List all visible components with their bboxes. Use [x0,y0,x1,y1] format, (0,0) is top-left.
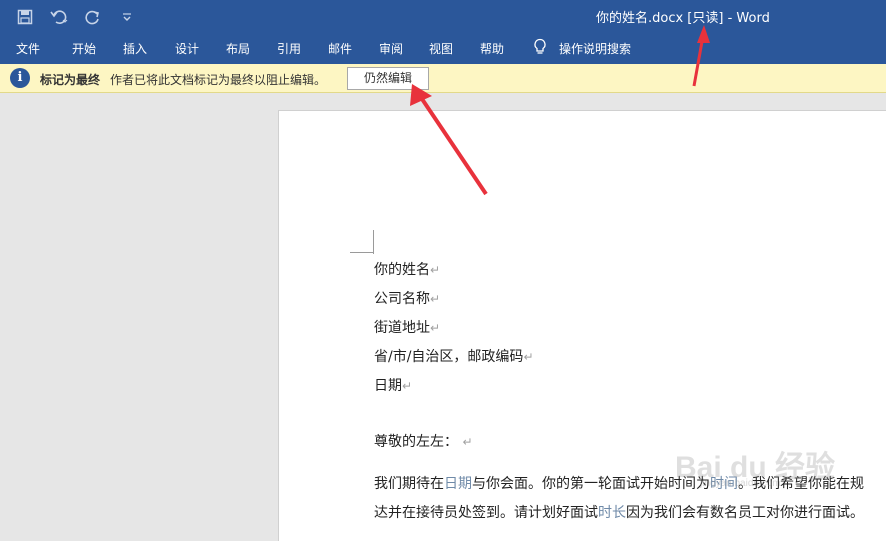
arrow-to-edit-button [410,84,488,196]
watermark-url: jingyan.baidu.com [700,478,781,489]
arrow-to-readonly [692,25,710,87]
